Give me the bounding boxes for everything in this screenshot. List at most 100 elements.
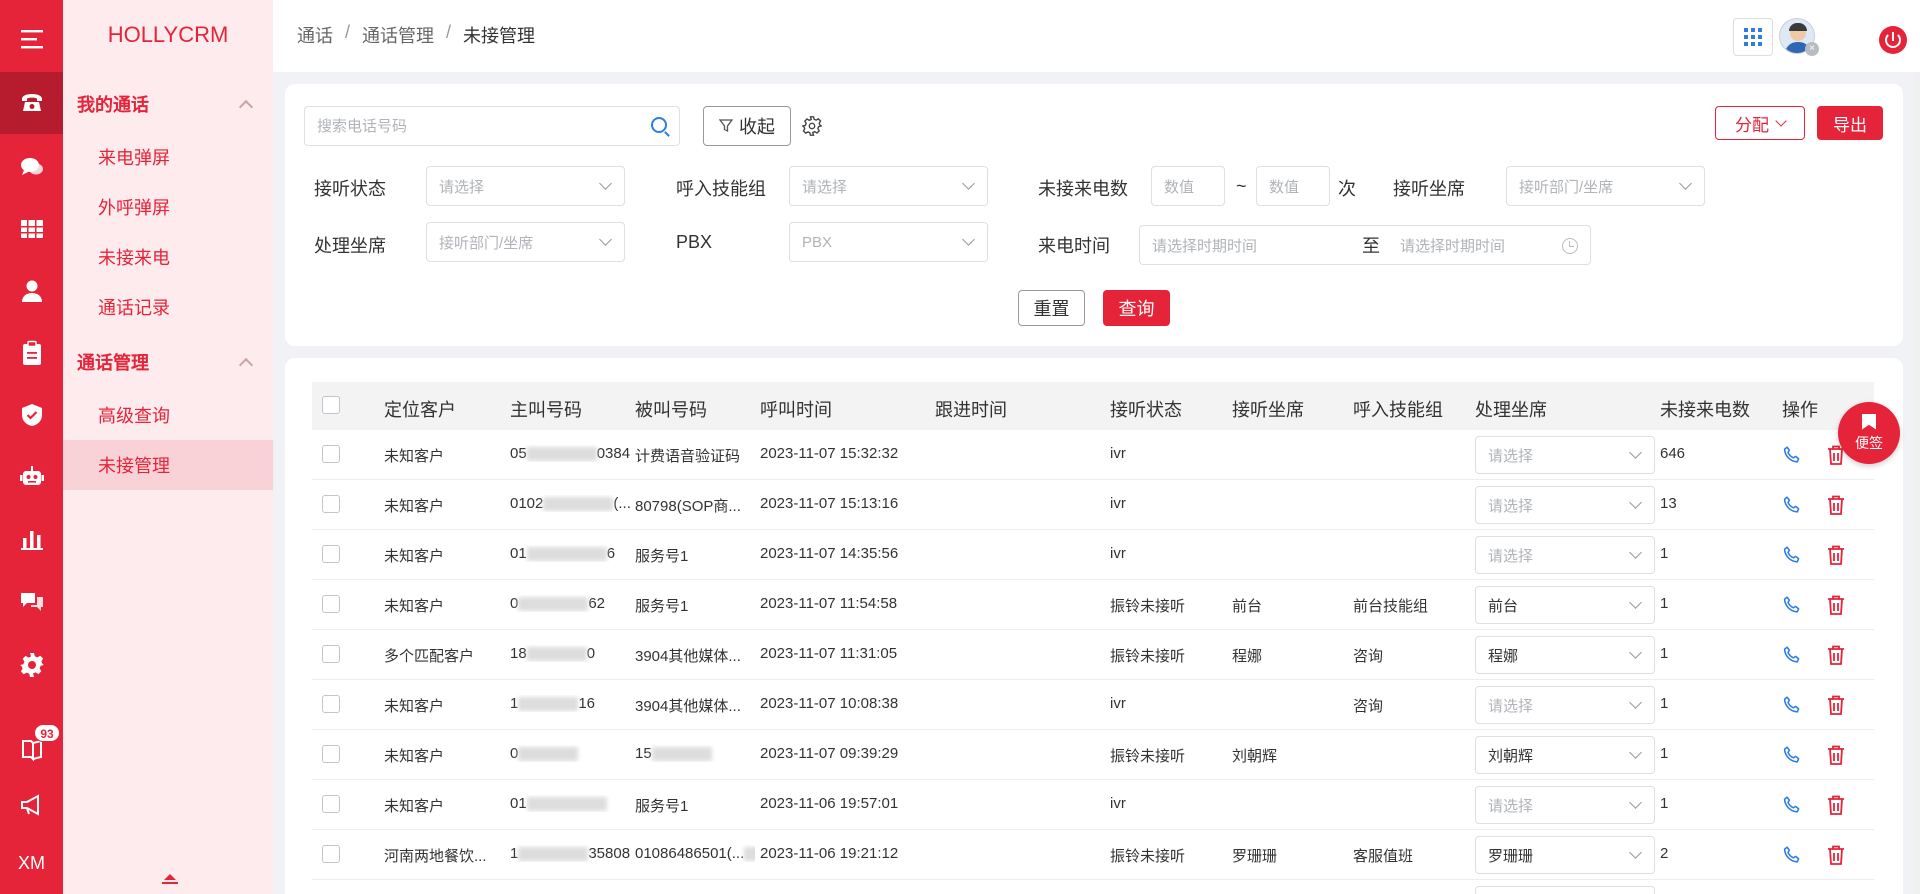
row-checkbox[interactable] xyxy=(322,695,340,713)
row-checkbox[interactable] xyxy=(322,595,340,613)
apps-grid-button[interactable] xyxy=(1733,18,1773,56)
handle-agent-select[interactable]: 请选择 xyxy=(1475,486,1655,524)
delete-icon[interactable] xyxy=(1826,594,1846,616)
end-time-input[interactable]: 请选择时期时间 xyxy=(1400,235,1505,256)
delete-icon[interactable] xyxy=(1826,744,1846,766)
call-icon[interactable] xyxy=(1781,494,1803,516)
cell-call-time: 2023-11-07 11:54:58 xyxy=(760,595,898,612)
book-icon[interactable]: 93 xyxy=(0,718,63,780)
collapse-menu-icon[interactable] xyxy=(162,874,178,884)
reset-button[interactable]: 重置 xyxy=(1018,290,1085,326)
row-checkbox[interactable] xyxy=(322,845,340,863)
call-icon[interactable] xyxy=(1781,444,1803,466)
phone-search-box xyxy=(304,106,680,146)
user-icon[interactable] xyxy=(0,260,63,322)
menu-item-advanced-query[interactable]: 高级查询 xyxy=(63,390,273,440)
skill-group-select[interactable]: 请选择 xyxy=(789,166,988,206)
chevron-down-icon xyxy=(1629,646,1642,659)
user-initials[interactable]: XM xyxy=(0,832,63,894)
gear-icon[interactable] xyxy=(0,634,63,696)
table-row[interactable]: 未知客户 01 6 服务号1 2023-11-07 14:35:56 ivr 请选… xyxy=(312,530,1874,580)
handle-agent-select[interactable]: 程娜 xyxy=(1475,636,1655,674)
table-row[interactable]: 未知客户 0 62 服务号1 2023-11-07 11:54:58 振铃未接听 … xyxy=(312,580,1874,630)
chevron-down-icon xyxy=(1629,596,1642,609)
table-row[interactable]: 河南两地餐饮... 1 35808 01086486501(... 2023-11… xyxy=(312,830,1874,880)
menu-group-my-calls[interactable]: 我的通话 xyxy=(63,84,273,124)
table-row[interactable]: 未知客户 01 服务号1 2023-11-06 19:57:01 ivr 请选择… xyxy=(312,780,1874,830)
table-row[interactable]: 未知客户 050384... 计费语音验证码 2023-11-07 15:32:… xyxy=(312,430,1874,480)
handle-agent-select[interactable]: 请选择 xyxy=(1475,686,1655,724)
grid-icon[interactable] xyxy=(0,198,63,260)
pbx-select[interactable]: PBX xyxy=(789,222,988,262)
select-all-checkbox[interactable] xyxy=(322,396,340,414)
delete-icon[interactable] xyxy=(1826,794,1846,816)
row-checkbox[interactable] xyxy=(322,445,340,463)
handle-agent-select[interactable]: 前台 xyxy=(1475,586,1655,624)
call-icon[interactable] xyxy=(1781,544,1803,566)
settings-gear-icon[interactable] xyxy=(802,116,822,136)
row-checkbox[interactable] xyxy=(322,795,340,813)
handle-agent-select[interactable]: 罗珊珊 xyxy=(1475,836,1655,874)
chat-icon[interactable] xyxy=(0,136,63,198)
call-icon[interactable] xyxy=(1781,694,1803,716)
export-button[interactable]: 导出 xyxy=(1817,106,1883,140)
query-button[interactable]: 查询 xyxy=(1103,290,1170,326)
answer-status-select[interactable]: 请选择 xyxy=(426,166,625,206)
robot-icon[interactable] xyxy=(0,446,63,508)
row-checkbox[interactable] xyxy=(322,745,340,763)
table-row[interactable]: 未知客户 0102 (... 80798(SOP商... 2023-11-07 1… xyxy=(312,480,1874,530)
menu-item-outbound-popup[interactable]: 外呼弹屏 xyxy=(63,182,273,232)
delete-icon[interactable] xyxy=(1826,494,1846,516)
table-row[interactable] xyxy=(312,880,1874,894)
start-time-input[interactable]: 请选择时期时间 xyxy=(1152,235,1362,256)
table-row[interactable]: 未知客户 0 15 2023-11-07 09:39:29 振铃未接听 刘朝辉 … xyxy=(312,730,1874,780)
missed-count-min-input[interactable]: 数值 xyxy=(1151,166,1225,206)
cell-callee: 3904其他媒体... xyxy=(635,648,741,665)
bar-chart-icon[interactable] xyxy=(0,508,63,570)
row-checkbox[interactable] xyxy=(322,545,340,563)
handle-agent-select[interactable]: 请选择 xyxy=(1475,536,1655,574)
row-checkbox[interactable] xyxy=(322,645,340,663)
menu-item-inbound-popup[interactable]: 来电弹屏 xyxy=(63,132,273,182)
cell-callee: 服务号1 xyxy=(635,798,689,815)
assign-button[interactable]: 分配 xyxy=(1715,106,1805,140)
phone-icon[interactable] xyxy=(0,72,63,134)
call-icon[interactable] xyxy=(1781,644,1803,666)
menu-icon[interactable] xyxy=(0,8,63,70)
row-checkbox[interactable] xyxy=(322,495,340,513)
table-row[interactable]: 未知客户 1 16 3904其他媒体... 2023-11-07 10:08:38… xyxy=(312,680,1874,730)
power-icon[interactable] xyxy=(1879,26,1907,54)
clipboard-icon[interactable] xyxy=(0,322,63,384)
delete-icon[interactable] xyxy=(1826,544,1846,566)
menu-item-call-records[interactable]: 通话记录 xyxy=(63,282,273,332)
search-icon[interactable] xyxy=(651,117,667,133)
handle-agent-select[interactable] xyxy=(1475,886,1655,894)
collapse-button[interactable]: 收起 xyxy=(703,106,791,146)
menu-item-missed-calls[interactable]: 未接来电 xyxy=(63,232,273,282)
call-time-range-picker[interactable]: 请选择时期时间 至 请选择时期时间 xyxy=(1139,225,1591,265)
page-scrollbar[interactable] xyxy=(1913,72,1920,894)
handle-agent-select[interactable]: 接听部门/坐席 xyxy=(426,222,625,262)
megaphone-icon[interactable] xyxy=(0,774,63,836)
breadcrumb-item[interactable]: 通话管理 xyxy=(362,22,434,48)
menu-group-call-management[interactable]: 通话管理 xyxy=(63,342,273,382)
handle-agent-select[interactable]: 刘朝辉 xyxy=(1475,736,1655,774)
message-icon[interactable] xyxy=(0,570,63,632)
shield-icon[interactable] xyxy=(0,384,63,446)
answer-agent-select[interactable]: 接听部门/坐席 xyxy=(1506,166,1705,206)
handle-agent-select[interactable]: 请选择 xyxy=(1475,436,1655,474)
call-icon[interactable] xyxy=(1781,594,1803,616)
delete-icon[interactable] xyxy=(1826,694,1846,716)
call-icon[interactable] xyxy=(1781,844,1803,866)
handle-agent-select[interactable]: 请选择 xyxy=(1475,786,1655,824)
breadcrumb-item[interactable]: 通话 xyxy=(297,22,333,48)
delete-icon[interactable] xyxy=(1826,644,1846,666)
call-icon[interactable] xyxy=(1781,744,1803,766)
call-icon[interactable] xyxy=(1781,794,1803,816)
menu-item-missed-management[interactable]: 未接管理 xyxy=(63,440,273,490)
missed-count-max-input[interactable]: 数值 xyxy=(1256,166,1330,206)
phone-search-input[interactable] xyxy=(305,107,625,145)
table-row[interactable]: 多个匹配客户 18 0 3904其他媒体... 2023-11-07 11:31:… xyxy=(312,630,1874,680)
sticky-note-button[interactable]: 便签 xyxy=(1838,402,1900,464)
delete-icon[interactable] xyxy=(1826,844,1846,866)
